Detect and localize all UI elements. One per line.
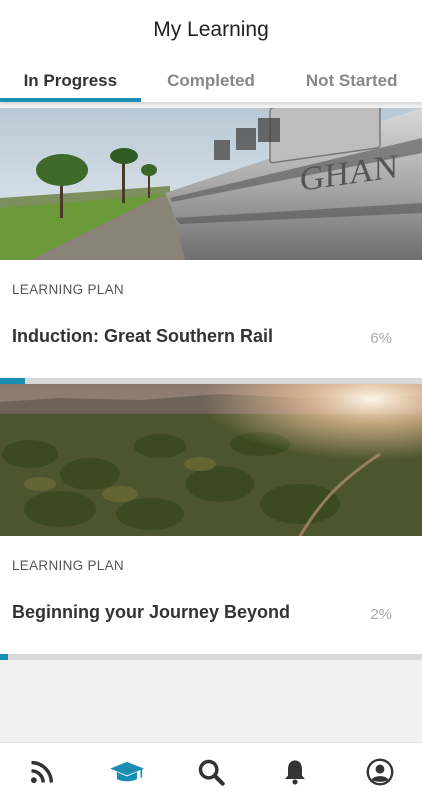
rss-feed-icon <box>31 760 54 783</box>
progress-bar-fill <box>0 654 9 660</box>
bottom-navigation <box>0 742 422 800</box>
page-title: My Learning <box>153 18 269 41</box>
card-progress-percent: 2% <box>370 606 392 623</box>
outback-sunset-photo <box>0 384 422 536</box>
nav-profile[interactable] <box>350 743 410 800</box>
card-progress-percent: 6% <box>370 330 392 347</box>
card-type-label: LEARNING PLAN <box>12 282 124 297</box>
learning-plan-card[interactable]: LEARNING PLAN Beginning your Journey Bey… <box>0 384 422 660</box>
learning-plan-list: GHAN LEARNING PLAN Induction: Great Sout… <box>0 108 422 660</box>
search-icon <box>198 759 225 786</box>
card-title: Beginning your Journey Beyond <box>12 602 291 622</box>
nav-search[interactable] <box>181 743 241 800</box>
tab-completed[interactable]: Completed <box>141 60 282 102</box>
train-ghan-photo: GHAN <box>0 108 422 260</box>
nav-my-learning[interactable] <box>97 743 157 800</box>
nav-feed[interactable] <box>12 743 72 800</box>
tab-bar: In Progress Completed Not Started <box>0 60 422 102</box>
app-header: My Learning <box>0 0 422 60</box>
graduation-cap-icon <box>109 761 144 781</box>
bell-icon <box>285 759 306 784</box>
profile-icon <box>366 758 394 785</box>
nav-notifications[interactable] <box>265 743 325 800</box>
tab-in-progress[interactable]: In Progress <box>0 60 141 102</box>
card-type-label: LEARNING PLAN <box>12 558 124 573</box>
learning-plan-card[interactable]: GHAN LEARNING PLAN Induction: Great Sout… <box>0 108 422 384</box>
progress-bar <box>0 654 422 660</box>
card-title: Induction: Great Southern Rail <box>12 326 274 346</box>
tab-not-started[interactable]: Not Started <box>281 60 422 102</box>
